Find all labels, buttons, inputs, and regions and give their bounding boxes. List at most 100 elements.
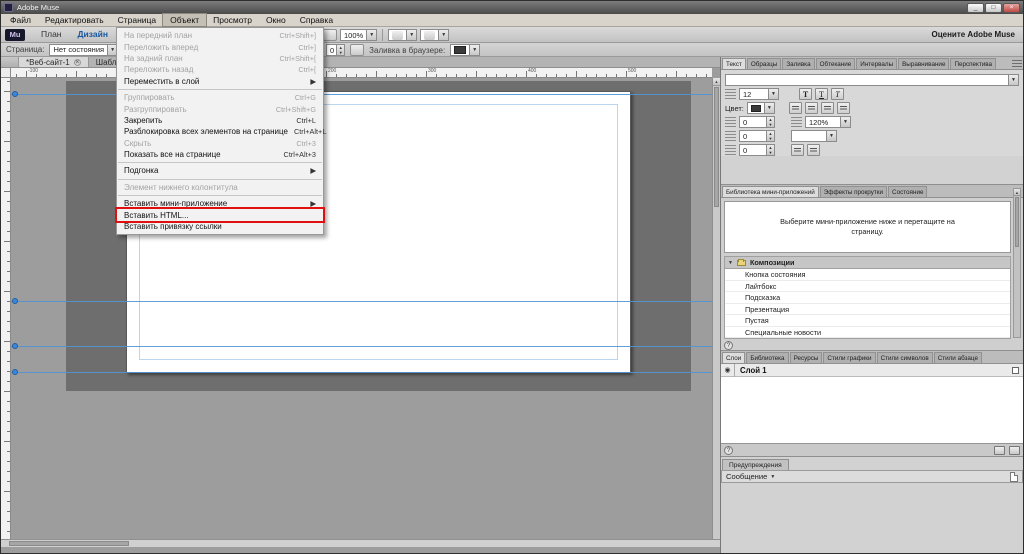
browser-fill-color-dropdown[interactable]: ▼ — [450, 44, 480, 56]
widget-panel-tab[interactable]: Библиотека мини-приложений — [722, 186, 819, 197]
text-panel-tab[interactable]: Обтекание — [816, 58, 856, 69]
chevron-down-icon[interactable]: ▼ — [770, 474, 775, 480]
delete-layer-button[interactable] — [1009, 446, 1020, 455]
maximize-button[interactable]: □ — [985, 3, 1002, 13]
text-panel-tab[interactable]: Перспектива — [950, 58, 996, 69]
indent-stepper[interactable]: 0 ▲▼ — [739, 144, 775, 156]
text-panel-tab[interactable]: Текст — [722, 58, 746, 69]
layers-panel-tab[interactable]: Библиотека — [746, 352, 788, 363]
menubar-item[interactable]: Страница — [111, 14, 164, 26]
widget-panel-tab[interactable]: Состояние — [888, 186, 927, 197]
insert-object-dropdown[interactable]: ▼ — [388, 29, 417, 41]
chevron-down-icon[interactable]: ▼ — [826, 131, 836, 141]
scrollbar-thumb[interactable] — [714, 87, 719, 207]
close-button[interactable]: × — [1003, 3, 1020, 13]
object-menu-item[interactable]: Переместить в слой▶ — [117, 76, 323, 87]
align-left-button[interactable] — [789, 102, 802, 114]
guide-line[interactable] — [11, 372, 712, 373]
text-color-dropdown[interactable]: ▼ — [747, 102, 775, 114]
layers-panel-tab[interactable]: Стили графики — [823, 352, 875, 363]
text-panel-tab[interactable]: Образцы — [747, 58, 781, 69]
stepper-arrows-icon[interactable]: ▲▼ — [766, 117, 774, 127]
object-menu-item[interactable]: Вставить мини-приложение▶ — [117, 198, 323, 209]
corner-radius-stepper[interactable]: 0 ▲▼ — [326, 44, 345, 56]
chevron-down-icon[interactable]: ▼ — [840, 117, 850, 127]
chevron-down-icon[interactable]: ▼ — [469, 45, 479, 55]
help-icon[interactable]: ? — [724, 446, 733, 455]
arrow-down-icon[interactable] — [350, 44, 364, 56]
stepper-arrows-icon[interactable]: ▲▼ — [336, 45, 344, 55]
layer-row[interactable]: ◉Слой 1 — [721, 364, 1023, 377]
align-right-button[interactable] — [821, 102, 834, 114]
object-menu-item[interactable]: Показать все на страницеCtrl+Alt+3 — [117, 149, 323, 160]
widget-scrollbar[interactable]: ▲ — [1013, 188, 1021, 338]
font-family-dropdown[interactable]: ▼ — [725, 74, 1019, 86]
message-page-icon[interactable] — [1010, 472, 1018, 482]
expand-icon[interactable]: ▼ — [728, 260, 733, 266]
text-panel-tab[interactable]: Интервалы — [856, 58, 897, 69]
font-size-combo[interactable]: 12 ▼ — [739, 88, 779, 100]
guide-handle[interactable] — [12, 298, 18, 304]
chevron-down-icon[interactable]: ▼ — [406, 30, 416, 40]
rate-adobe-muse-link[interactable]: Оцените Adobe Muse — [932, 30, 1020, 39]
chevron-down-icon[interactable]: ▼ — [1008, 75, 1018, 85]
menubar-item[interactable]: Редактировать — [38, 14, 111, 26]
list-bullet-button[interactable] — [791, 144, 804, 156]
align-center-button[interactable] — [805, 102, 818, 114]
eye-icon[interactable]: ◉ — [721, 364, 735, 377]
mode-tab[interactable]: Дизайн — [70, 27, 116, 42]
underline-button[interactable]: T — [815, 88, 828, 100]
widget-item[interactable]: Презентация — [725, 304, 1010, 316]
text-panel-tab[interactable]: Выравнивание — [898, 58, 949, 69]
scroll-up-icon[interactable]: ▲ — [713, 78, 720, 86]
message-row[interactable]: Сообщение ▼ — [721, 470, 1023, 483]
menubar-item[interactable]: Справка — [293, 14, 340, 26]
page-state-dropdown[interactable]: Нет состояния ▼ — [49, 44, 118, 56]
widget-group-row[interactable]: ▼ Композиции — [724, 256, 1011, 268]
widget-panel-tab[interactable]: Эффекты прокрутки — [820, 186, 887, 197]
object-menu-item[interactable]: Разблокировка всех элементов на странице… — [117, 126, 323, 137]
align-justify-button[interactable] — [837, 102, 850, 114]
widget-item[interactable]: Подсказка — [725, 292, 1010, 304]
document-tab[interactable]: *Веб-сайт-1× — [19, 57, 89, 67]
chevron-down-icon[interactable]: ▼ — [438, 30, 448, 40]
stepper-arrows-icon[interactable]: ▲▼ — [766, 145, 774, 155]
scrollbar-thumb[interactable] — [9, 541, 129, 546]
panel-menu-icon[interactable] — [1012, 60, 1022, 68]
widget-item[interactable]: Пустая — [725, 315, 1010, 327]
leading-combo[interactable]: 120% ▼ — [805, 116, 851, 128]
layer-target-box[interactable] — [1012, 367, 1019, 374]
scroll-up-icon[interactable]: ▲ — [1014, 189, 1020, 196]
widget-item[interactable]: Кнопка состояния — [725, 269, 1010, 281]
italic-button[interactable]: T — [831, 88, 844, 100]
guide-handle[interactable] — [12, 91, 18, 97]
layers-panel-tab[interactable]: Стили символов — [877, 352, 933, 363]
tab-close-icon[interactable]: × — [74, 59, 81, 66]
object-menu-item[interactable]: Подгонка▶ — [117, 165, 323, 176]
mode-tab[interactable]: План — [33, 27, 70, 42]
guide-line[interactable] — [11, 346, 712, 347]
stepper-arrows-icon[interactable]: ▲▼ — [766, 131, 774, 141]
guide-line[interactable] — [11, 301, 712, 302]
layers-panel-tab[interactable]: Ресурсы — [790, 352, 823, 363]
minimize-button[interactable]: _ — [967, 3, 984, 13]
warnings-tab[interactable]: Предупреждения — [722, 459, 789, 470]
layers-panel-tab[interactable]: Стили абзаце — [934, 352, 982, 363]
widget-item[interactable]: Специальные новости — [725, 327, 1010, 339]
menubar-item[interactable]: Окно — [259, 14, 293, 26]
guide-handle[interactable] — [12, 343, 18, 349]
layers-panel-tab[interactable]: Слои — [722, 352, 745, 363]
help-icon[interactable]: ? — [724, 341, 733, 350]
chevron-down-icon[interactable]: ▼ — [764, 103, 774, 113]
guide-handle[interactable] — [12, 369, 18, 375]
chevron-down-icon[interactable]: ▼ — [366, 30, 376, 40]
style-combo[interactable]: ▼ — [791, 130, 837, 142]
object-menu-item[interactable]: Вставить HTML... — [117, 209, 323, 220]
new-layer-button[interactable] — [994, 446, 1005, 455]
object-menu-item[interactable]: Вставить привязку ссылки — [117, 221, 323, 232]
chevron-down-icon[interactable]: ▼ — [768, 89, 778, 99]
menubar-item[interactable]: Файл — [3, 14, 38, 26]
ruler-corner[interactable] — [1, 68, 11, 78]
bold-button[interactable]: T — [799, 88, 812, 100]
space-before-stepper[interactable]: 0 ▲▼ — [739, 130, 775, 142]
